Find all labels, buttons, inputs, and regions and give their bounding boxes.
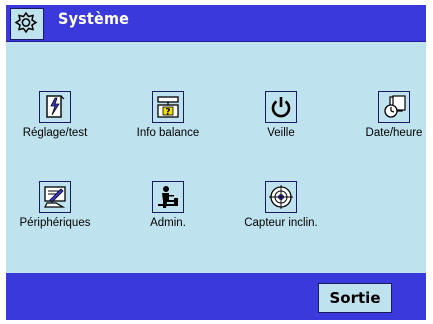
screen: Système Réglage/test ? Info balance Veil… xyxy=(6,5,426,320)
system-icon-button[interactable] xyxy=(10,8,44,40)
gear-icon xyxy=(14,11,38,34)
tile-veille[interactable]: Veille xyxy=(231,91,331,139)
tile-reglage-test[interactable]: Réglage/test xyxy=(5,91,105,139)
admin-icon xyxy=(152,181,184,213)
tile-admin[interactable]: Admin. xyxy=(118,181,218,229)
peripherals-icon xyxy=(39,181,71,213)
tile-label: Réglage/test xyxy=(22,127,88,139)
tile-label: Périphériques xyxy=(19,217,91,229)
tile-label: Capteur inclin. xyxy=(244,217,318,229)
tile-peripheriques[interactable]: Périphériques xyxy=(5,181,105,229)
menu-panel: Réglage/test ? Info balance Veille Date/… xyxy=(6,42,426,273)
tile-label: Veille xyxy=(267,127,295,139)
calibration-icon xyxy=(39,91,71,123)
window: Système Réglage/test ? Info balance Veil… xyxy=(0,0,433,324)
header-bar: Système xyxy=(6,5,426,42)
tile-label: Info balance xyxy=(136,127,200,139)
level-sensor-icon xyxy=(265,181,297,213)
clock-icon xyxy=(378,91,410,123)
tile-info-balance[interactable]: ? Info balance xyxy=(118,91,218,139)
tile-capteur-inclin[interactable]: Capteur inclin. xyxy=(231,181,331,229)
balance-info-icon: ? xyxy=(152,91,184,123)
tile-date-heure[interactable]: Date/heure xyxy=(344,91,433,139)
page-title: Système xyxy=(58,9,130,28)
tile-label: Date/heure xyxy=(365,127,423,139)
svg-text:?: ? xyxy=(165,108,170,118)
exit-button[interactable]: Sortie xyxy=(318,283,392,313)
power-icon xyxy=(265,91,297,123)
tile-label: Admin. xyxy=(150,217,186,229)
